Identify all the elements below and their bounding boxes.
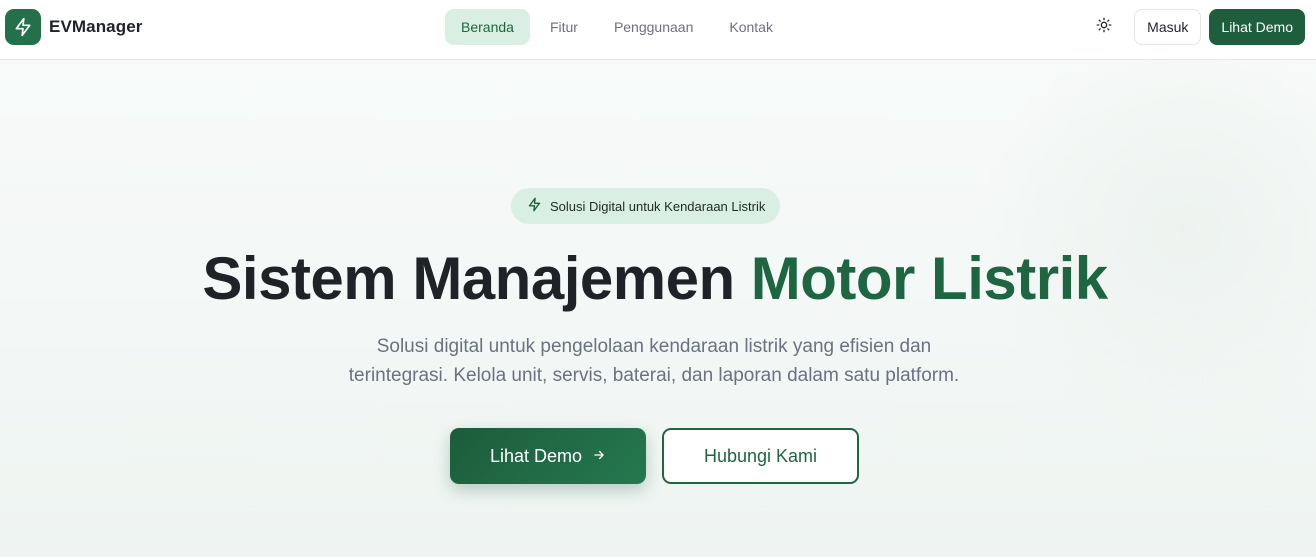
- brand-name: EVManager: [49, 17, 143, 36]
- nav-item-beranda[interactable]: Beranda: [445, 9, 530, 45]
- main-nav: Beranda Fitur Penggunaan Kontak: [445, 9, 793, 45]
- nav-item-kontak[interactable]: Kontak: [713, 9, 789, 45]
- brand[interactable]: EVManager: [5, 9, 143, 45]
- login-button[interactable]: Masuk: [1134, 9, 1202, 45]
- nav-item-fitur[interactable]: Fitur: [534, 9, 594, 45]
- hero-subtitle-line1: Solusi digital untuk pengelolaan kendara…: [376, 336, 932, 357]
- sun-icon: [1096, 17, 1112, 38]
- contact-button[interactable]: Hubungi Kami: [662, 428, 859, 484]
- hero-title-main: Sistem Manajemen: [202, 245, 751, 312]
- hero-demo-button-label: Lihat Demo: [489, 445, 583, 466]
- hero-title-accent: Motor Listrik: [750, 245, 1108, 312]
- header-actions: Masuk Lihat Demo: [1086, 9, 1305, 45]
- lightning-bolt-icon: [527, 197, 542, 215]
- hero-badge: Solusi Digital untuk Kendaraan Listrik: [511, 188, 781, 224]
- hero-title: Sistem Manajemen Motor Listrik: [0, 242, 1310, 316]
- hero-section: Solusi Digital untuk Kendaraan Listrik S…: [0, 60, 1316, 557]
- theme-toggle-button[interactable]: [1086, 9, 1122, 45]
- hero-demo-button[interactable]: Lihat Demo: [450, 428, 646, 484]
- hero-subtitle-line2: terintegrasi. Kelola unit, servis, bater…: [348, 365, 960, 386]
- header-demo-button[interactable]: Lihat Demo: [1209, 9, 1305, 45]
- nav-item-penggunaan[interactable]: Penggunaan: [598, 9, 709, 45]
- arrow-right-icon: [592, 446, 606, 467]
- lightning-bolt-icon: [5, 9, 41, 45]
- hero-subtitle: Solusi digital untuk pengelolaan kendara…: [318, 332, 990, 390]
- hero-actions: Lihat Demo Hubungi Kami: [450, 428, 859, 484]
- top-navbar: EVManager Beranda Fitur Penggunaan Konta…: [0, 0, 1316, 60]
- hero-badge-text: Solusi Digital untuk Kendaraan Listrik: [550, 198, 766, 214]
